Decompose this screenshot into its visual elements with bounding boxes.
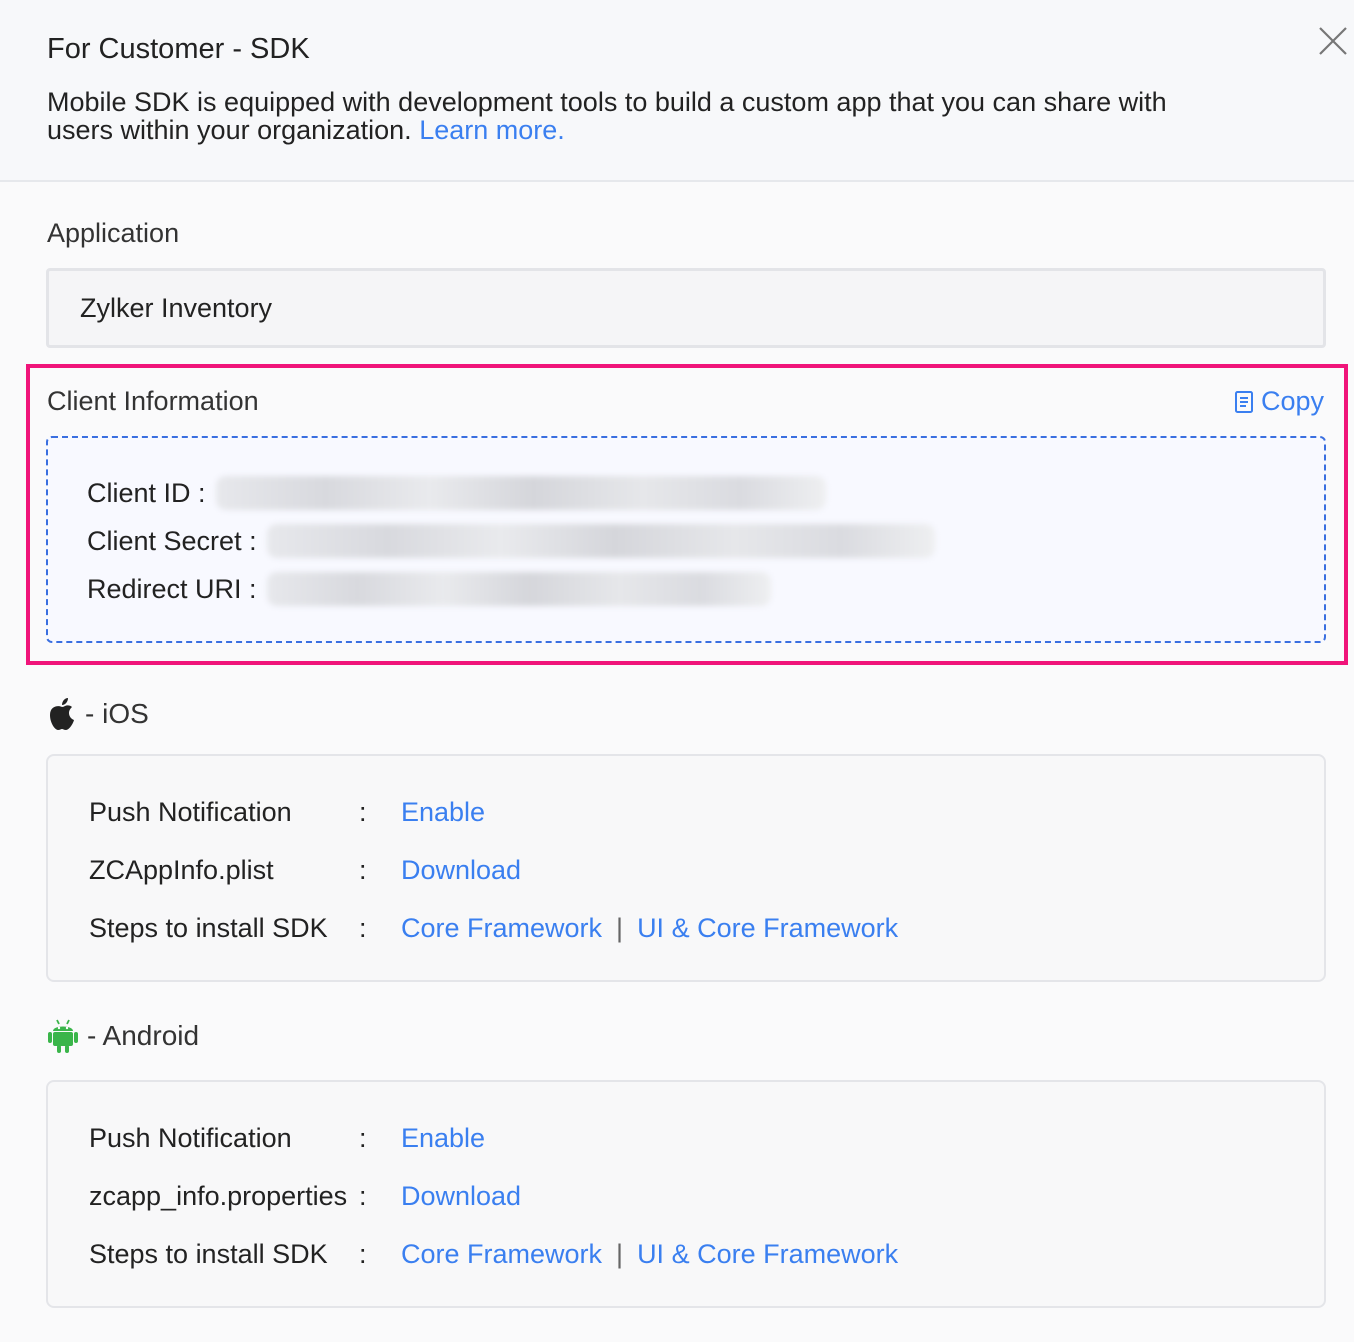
android-heading: - Android (47, 1018, 199, 1054)
ios-row-steps: Steps to install SDK : Core Framework | … (89, 911, 898, 945)
ios-heading: - iOS (47, 697, 149, 731)
row-key: Push Notification (89, 1122, 292, 1153)
android-ui-core-framework-link[interactable]: UI & Core Framework (637, 1239, 898, 1270)
client-id-label: Client ID : (87, 477, 206, 508)
dialog-description: Mobile SDK is equipped with development … (47, 88, 1167, 144)
row-colon: : (359, 1180, 367, 1211)
dialog-header: For Customer - SDK Mobile SDK is equippe… (0, 0, 1354, 182)
ios-ui-core-framework-link[interactable]: UI & Core Framework (637, 913, 898, 944)
learn-more-link[interactable]: Learn more. (419, 115, 565, 145)
android-card: Push Notification : Enable zcapp_info.pr… (46, 1080, 1326, 1308)
ios-card: Push Notification : Enable ZCAppInfo.pli… (46, 754, 1326, 982)
android-core-framework-link[interactable]: Core Framework (401, 1239, 602, 1270)
row-colon: : (359, 1238, 367, 1269)
copy-label: Copy (1261, 386, 1325, 416)
client-id-row: Client ID : (87, 476, 826, 510)
redirect-uri-label: Redirect URI : (87, 573, 257, 604)
client-secret-redacted (266, 524, 935, 558)
application-value: Zylker Inventory (80, 292, 273, 323)
row-colon: : (359, 796, 367, 827)
android-row-properties: zcapp_info.properties : Download (89, 1179, 521, 1213)
link-separator: | (616, 1238, 624, 1269)
ios-core-framework-link[interactable]: Core Framework (401, 913, 602, 944)
ios-row-push: Push Notification : Enable (89, 795, 485, 829)
copy-icon (1235, 390, 1253, 413)
row-key: Steps to install SDK (89, 912, 328, 943)
application-label: Application (47, 218, 180, 248)
description-text: Mobile SDK is equipped with development … (47, 87, 1167, 145)
android-label: - Android (87, 1020, 200, 1051)
row-key: zcapp_info.properties (89, 1180, 348, 1211)
close-button[interactable] (1314, 22, 1352, 60)
redirect-uri-redacted (266, 572, 771, 606)
redirect-uri-row: Redirect URI : (87, 572, 771, 606)
row-colon: : (359, 912, 367, 943)
client-info-box: Client ID : Client Secret : Redirect URI… (46, 436, 1326, 643)
ios-download-link[interactable]: Download (401, 855, 521, 886)
dialog-title: For Customer - SDK (47, 33, 310, 65)
android-icon (48, 1019, 78, 1053)
ios-label: - iOS (85, 698, 149, 729)
android-download-link[interactable]: Download (401, 1181, 521, 1212)
ios-row-plist: ZCAppInfo.plist : Download (89, 853, 521, 887)
ios-enable-push-link[interactable]: Enable (401, 797, 485, 828)
client-secret-label: Client Secret : (87, 525, 257, 556)
row-key: ZCAppInfo.plist (89, 854, 274, 885)
android-row-steps: Steps to install SDK : Core Framework | … (89, 1237, 898, 1271)
row-colon: : (359, 854, 367, 885)
sdk-dialog: For Customer - SDK Mobile SDK is equippe… (0, 0, 1354, 1342)
android-enable-push-link[interactable]: Enable (401, 1123, 485, 1154)
row-colon: : (359, 1122, 367, 1153)
application-field[interactable]: Zylker Inventory (46, 268, 1326, 348)
row-key: Push Notification (89, 796, 292, 827)
close-icon (1319, 27, 1347, 55)
android-row-push: Push Notification : Enable (89, 1121, 485, 1155)
row-key: Steps to install SDK (89, 1238, 328, 1269)
copy-button[interactable]: Copy (1233, 386, 1324, 417)
client-id-redacted (215, 476, 826, 510)
client-info-label: Client Information (47, 386, 259, 416)
client-secret-row: Client Secret : (87, 524, 935, 558)
apple-icon (50, 698, 74, 730)
link-separator: | (616, 912, 624, 943)
